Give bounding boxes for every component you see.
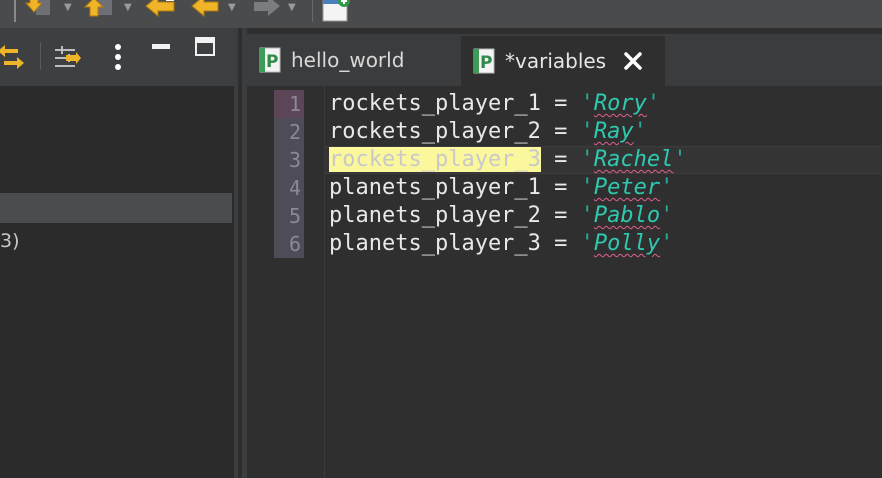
next-annotation-icon [24, 0, 50, 15]
next-annotation-button[interactable] [24, 0, 54, 24]
tab-label: hello_world [291, 48, 405, 72]
line-number: 3 [288, 148, 301, 172]
variable-name[interactable]: planets_player_3 [329, 231, 541, 256]
string-value[interactable]: Peter [594, 175, 660, 200]
variable-name[interactable]: rockets_player_1 [329, 91, 541, 116]
string-quote: ' [646, 91, 661, 116]
ide-window: ▼ ▼ ▼ ▼ 3) P hello_world P *variables 1 … [0, 0, 882, 478]
link-with-editor-button[interactable] [0, 42, 26, 72]
filter-button[interactable] [52, 42, 82, 72]
string-quote: ' [633, 119, 647, 144]
view-menu-button[interactable] [103, 42, 133, 72]
string-quote: ' [580, 231, 594, 256]
string-quote: ' [580, 203, 594, 228]
forward-dropdown[interactable]: ▼ [288, 2, 296, 13]
variable-name[interactable]: planets_player_1 [329, 175, 541, 200]
forward-button[interactable] [250, 0, 282, 24]
string-value[interactable]: Pablo [594, 203, 660, 228]
assignment-operator: = [540, 175, 581, 200]
line-number: 1 [288, 92, 301, 116]
explorer-toolbar-separator [40, 42, 41, 70]
main-toolbar: ▼ ▼ ▼ ▼ [0, 0, 882, 29]
link-with-editor-icon [0, 45, 24, 69]
string-quote: ' [673, 147, 687, 172]
previous-annotation-dropdown[interactable]: ▼ [124, 2, 132, 13]
string-quote: ' [580, 175, 594, 200]
svg-text:P: P [480, 53, 492, 73]
view-menu-icon [115, 44, 121, 70]
string-value[interactable]: Rachel [594, 147, 673, 172]
string-value[interactable]: Ray [594, 119, 634, 144]
toolbar-grip [14, 0, 16, 22]
back-arrow-icon [191, 0, 219, 18]
forward-arrow-icon [254, 0, 280, 16]
assignment-operator: = [540, 91, 581, 116]
back-dropdown[interactable]: ▼ [228, 2, 236, 13]
code-line[interactable]: planets_player_2 = 'Pablo' [329, 202, 687, 230]
maximize-button[interactable] [190, 32, 220, 62]
assignment-operator: = [540, 203, 581, 228]
close-icon[interactable] [620, 48, 646, 74]
code-line-current[interactable]: rockets_player_3 = 'Rachel' [329, 146, 687, 174]
code-lines[interactable]: rockets_player_1 = 'Rory' rockets_player… [329, 90, 687, 258]
tree-item-label[interactable]: 3) [0, 230, 20, 252]
maximize-icon [195, 37, 215, 56]
string-quote: ' [580, 119, 594, 144]
python-file-icon: P [259, 47, 281, 73]
line-number: 4 [288, 176, 301, 200]
view-sash-line [238, 28, 242, 478]
tab-variables[interactable]: P *variables [461, 34, 665, 86]
code-line[interactable]: planets_player_3 = 'Polly' [329, 230, 687, 258]
open-perspective-icon [322, 0, 350, 22]
tree-item-selected[interactable] [0, 193, 232, 223]
last-edit-location-icon [145, 0, 175, 18]
string-quote: ' [580, 147, 594, 172]
previous-annotation-icon [84, 0, 112, 17]
next-annotation-dropdown[interactable]: ▼ [64, 2, 72, 13]
string-quote: ' [660, 231, 674, 256]
last-edit-location-button[interactable] [144, 0, 180, 24]
tab-hello-world[interactable]: P hello_world [247, 34, 461, 86]
variable-name[interactable]: rockets_player_2 [329, 119, 541, 144]
explorer-toolbar [0, 28, 234, 86]
assignment-operator: = [540, 119, 581, 144]
string-quote: ' [660, 175, 674, 200]
filter-icon [55, 46, 81, 67]
line-number: 2 [288, 120, 301, 144]
minimize-icon [152, 44, 170, 49]
toolbar-separator [312, 0, 313, 22]
line-numbers: 1 2 3 4 5 6 [274, 90, 304, 258]
python-file-icon: P [473, 48, 495, 74]
variable-name[interactable]: planets_player_2 [329, 203, 541, 228]
line-number: 6 [288, 232, 301, 256]
assignment-operator: = [540, 231, 581, 256]
string-value[interactable]: Polly [594, 231, 660, 256]
string-value[interactable]: Rory [594, 91, 647, 116]
tab-label: *variables [505, 49, 607, 73]
back-button[interactable] [190, 0, 222, 24]
assignment-operator: = [540, 147, 581, 172]
code-line[interactable]: planets_player_1 = 'Peter' [329, 174, 687, 202]
code-line[interactable]: rockets_player_1 = 'Rory' [329, 90, 687, 118]
editor-area: P hello_world P *variables 1 2 3 4 5 6 r… [247, 28, 882, 478]
editor-tab-bar: P hello_world P *variables [247, 34, 882, 86]
open-perspective-button[interactable] [320, 0, 354, 24]
variable-name-occurrence[interactable]: rockets_player_3 [329, 147, 541, 172]
code-line[interactable]: rockets_player_2 = 'Ray' [329, 118, 687, 146]
previous-annotation-button[interactable] [84, 0, 114, 24]
minimize-button[interactable] [146, 32, 176, 62]
string-quote: ' [580, 91, 594, 116]
line-number: 5 [288, 204, 301, 228]
explorer-view: 3) [0, 28, 234, 478]
svg-text:P: P [266, 52, 278, 72]
string-quote: ' [660, 203, 674, 228]
code-editor[interactable]: 1 2 3 4 5 6 rockets_player_1 = 'Rory' ro… [247, 86, 882, 478]
